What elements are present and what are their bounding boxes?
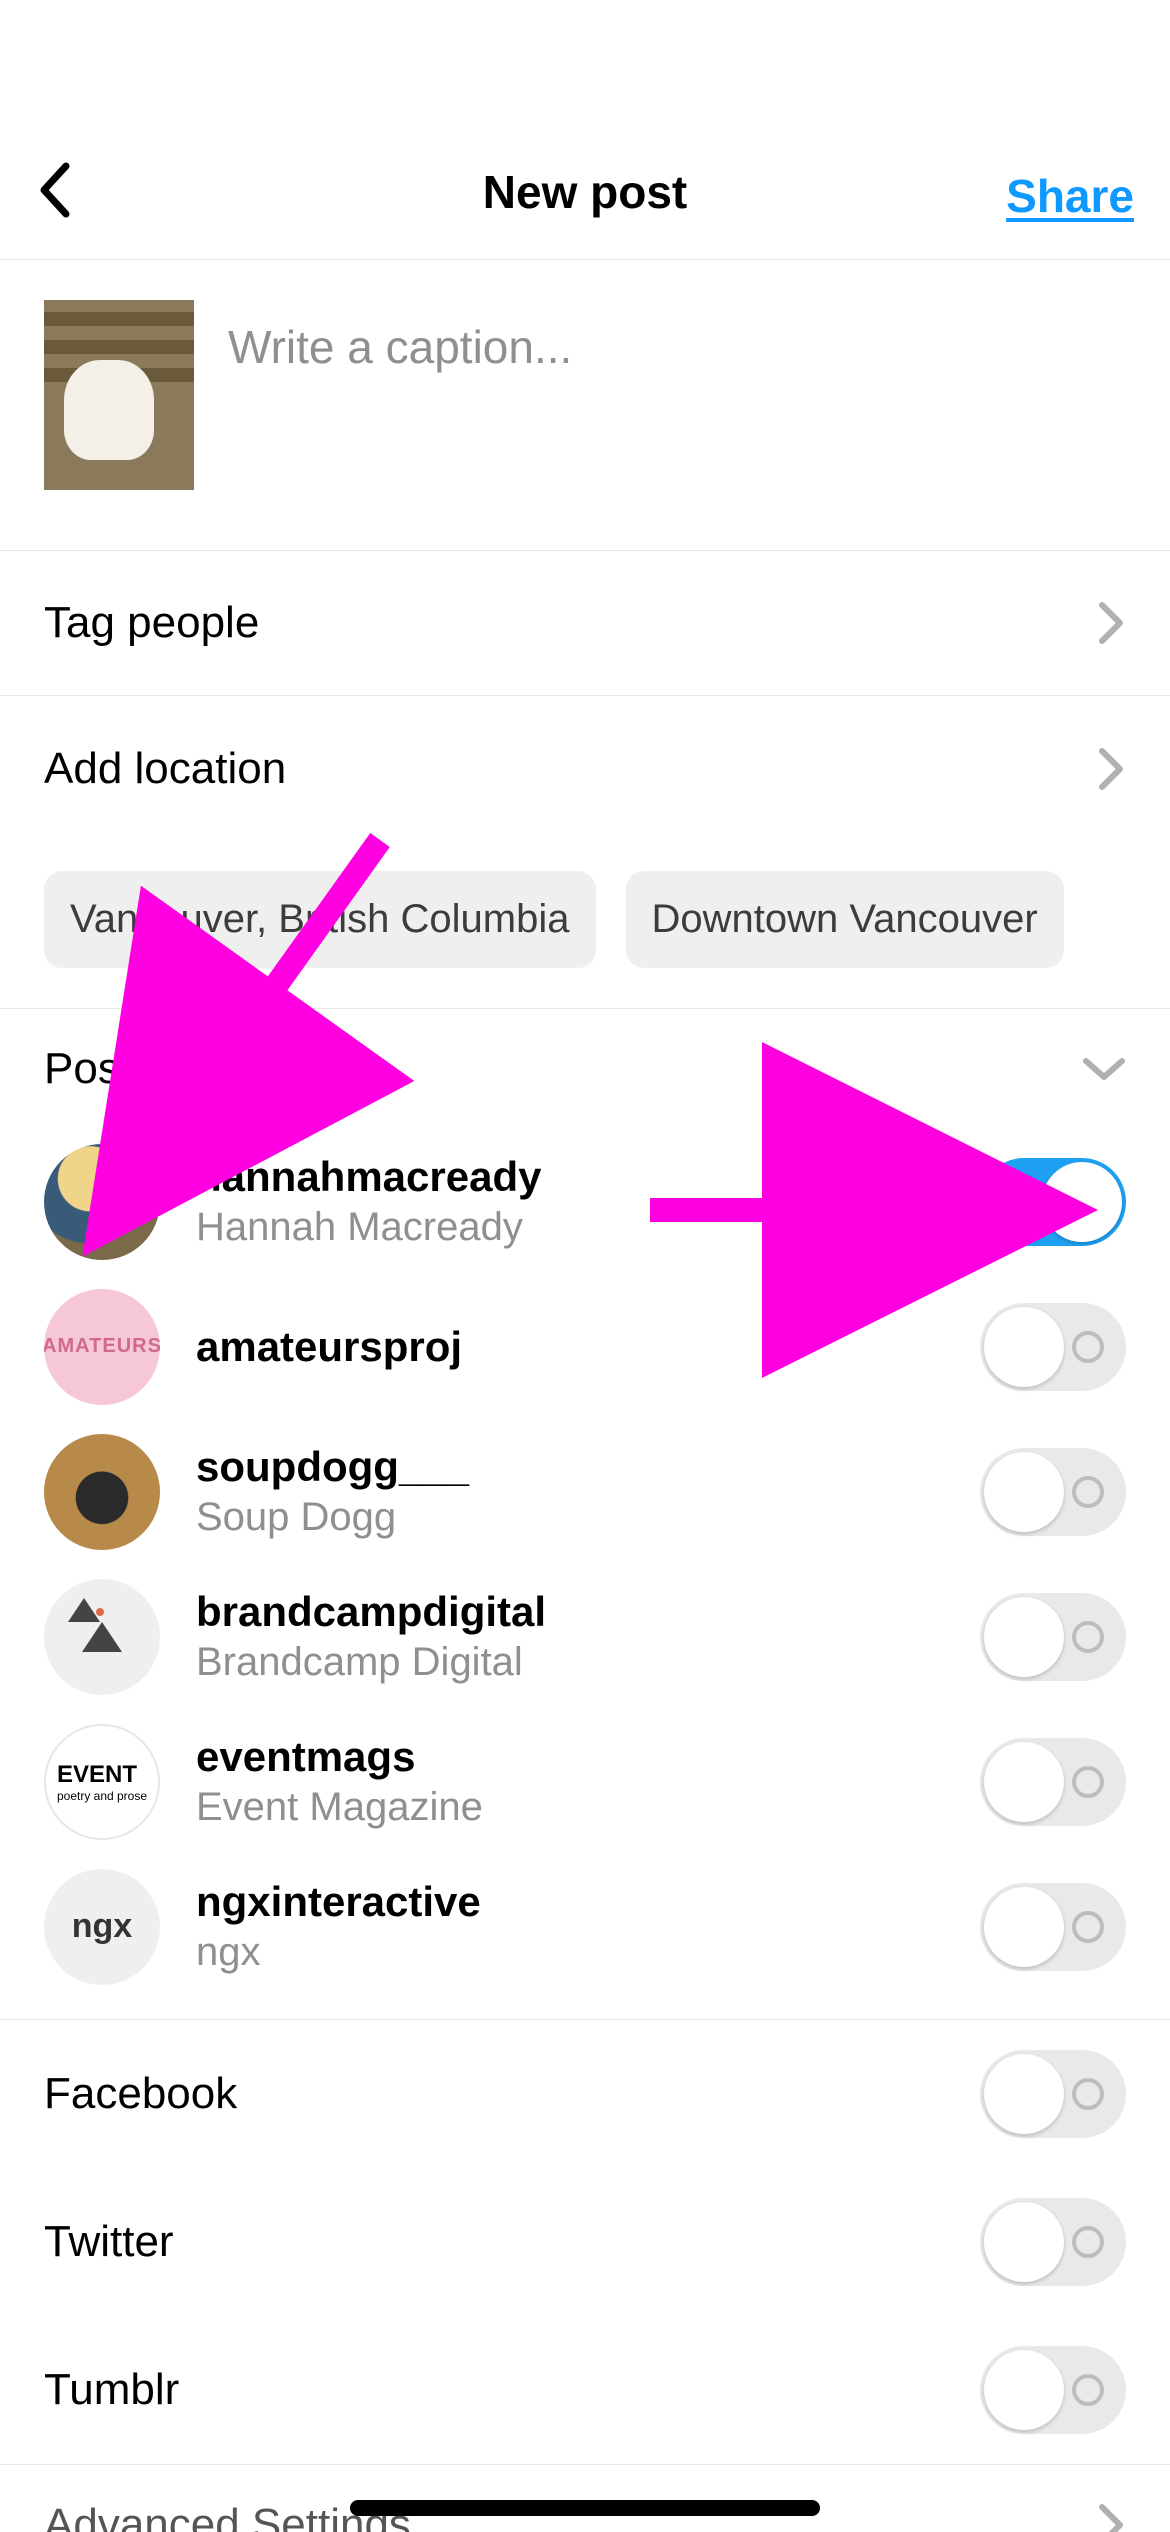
caption-input[interactable]: Write a caption... <box>228 300 1126 374</box>
account-row: AMATEURS amateursproj <box>0 1274 1170 1419</box>
avatar[interactable] <box>44 1434 160 1550</box>
header: New post Share <box>0 0 1170 260</box>
avatar[interactable]: EVENTpoetry and prose <box>44 1724 160 1840</box>
back-button[interactable] <box>36 162 76 223</box>
account-toggle[interactable] <box>980 1448 1126 1536</box>
account-row: ngx ngxinteractive ngx <box>0 1854 1170 1999</box>
mountain-icon <box>82 1622 122 1652</box>
account-name: Brandcamp Digital <box>196 1640 944 1685</box>
account-toggle[interactable] <box>980 1883 1126 1971</box>
account-row: brandcampdigital Brandcamp Digital <box>0 1564 1170 1709</box>
tag-people-label: Tag people <box>44 598 259 648</box>
avatar[interactable]: ngx <box>44 1869 160 1985</box>
account-text: ngxinteractive ngx <box>196 1878 944 1975</box>
social-row: Twitter <box>0 2168 1170 2316</box>
chevron-right-icon <box>1098 747 1126 791</box>
social-toggle[interactable] <box>980 2198 1126 2286</box>
avatar[interactable] <box>44 1579 160 1695</box>
post-thumbnail[interactable] <box>44 300 194 490</box>
chevron-left-icon <box>36 162 76 218</box>
add-location-row[interactable]: Add location <box>0 696 1170 841</box>
add-location-label: Add location <box>44 744 286 794</box>
account-toggle[interactable] <box>980 1738 1126 1826</box>
chevron-down-icon <box>1082 1055 1126 1083</box>
chevron-right-icon <box>1098 601 1126 645</box>
home-indicator <box>350 2500 820 2516</box>
account-row: hannahmacready Hannah Macready <box>0 1129 1170 1274</box>
social-toggle[interactable] <box>980 2050 1126 2138</box>
page-title: New post <box>483 165 687 219</box>
caption-row: Write a caption... <box>0 260 1170 551</box>
location-chip[interactable]: Vancouver, British Columbia <box>44 871 596 968</box>
account-username: eventmags <box>196 1733 944 1781</box>
account-username: amateursproj <box>196 1323 944 1371</box>
account-toggle[interactable] <box>980 1158 1126 1246</box>
account-text: amateursproj <box>196 1323 944 1371</box>
social-row: Facebook <box>0 2020 1170 2168</box>
social-label: Tumblr <box>44 2365 179 2415</box>
post-to-header[interactable]: Post to <box>0 1009 1170 1129</box>
share-button[interactable]: Share <box>1006 169 1134 223</box>
account-row: soupdogg___ Soup Dogg <box>0 1419 1170 1564</box>
location-chip[interactable]: Downtown Vancouver <box>626 871 1064 968</box>
account-username: ngxinteractive <box>196 1878 944 1926</box>
account-name: Event Magazine <box>196 1785 944 1830</box>
account-text: brandcampdigital Brandcamp Digital <box>196 1588 944 1685</box>
social-block: Facebook Twitter Tumblr <box>0 2019 1170 2464</box>
account-name: ngx <box>196 1930 944 1975</box>
account-toggle[interactable] <box>980 1303 1126 1391</box>
social-row: Tumblr <box>0 2316 1170 2464</box>
account-text: eventmags Event Magazine <box>196 1733 944 1830</box>
chevron-right-icon <box>1098 2503 1126 2532</box>
avatar[interactable]: AMATEURS <box>44 1289 160 1405</box>
advanced-settings-row[interactable]: Advanced Settings <box>0 2464 1170 2532</box>
avatar[interactable] <box>44 1144 160 1260</box>
location-chips: Vancouver, British Columbia Downtown Van… <box>0 841 1170 1009</box>
post-to-label: Post to <box>44 1044 181 1094</box>
tag-people-row[interactable]: Tag people <box>0 551 1170 696</box>
account-toggle[interactable] <box>980 1593 1126 1681</box>
account-name: Soup Dogg <box>196 1495 944 1540</box>
account-username: brandcampdigital <box>196 1588 944 1636</box>
social-label: Facebook <box>44 2069 237 2119</box>
account-text: hannahmacready Hannah Macready <box>196 1153 944 1250</box>
social-label: Twitter <box>44 2217 174 2267</box>
account-name: Hannah Macready <box>196 1205 944 1250</box>
account-text: soupdogg___ Soup Dogg <box>196 1443 944 1540</box>
account-username: hannahmacready <box>196 1153 944 1201</box>
account-username: soupdogg___ <box>196 1443 944 1491</box>
social-toggle[interactable] <box>980 2346 1126 2434</box>
account-row: EVENTpoetry and prose eventmags Event Ma… <box>0 1709 1170 1854</box>
